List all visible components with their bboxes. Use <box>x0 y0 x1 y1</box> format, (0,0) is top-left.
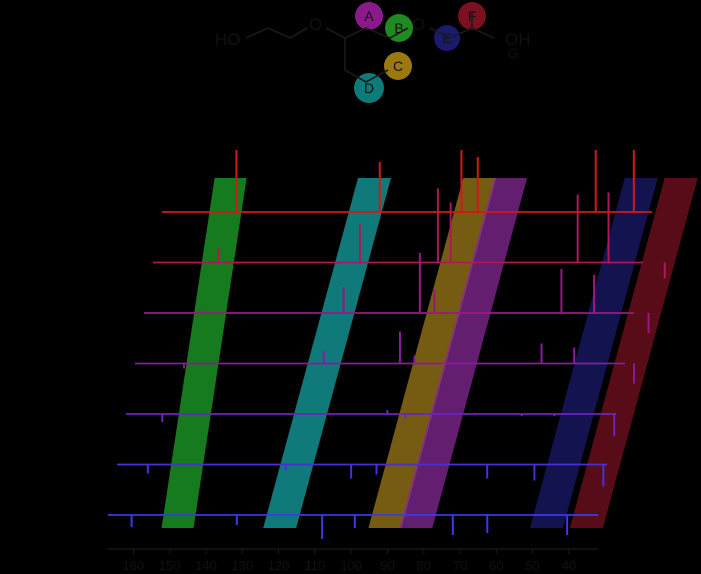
x-tick-label-110: 110 <box>305 558 326 573</box>
x-tick-label-130: 130 <box>231 558 253 573</box>
o-left-label: O <box>309 15 322 34</box>
x-tick-label-160: 160 <box>123 558 145 573</box>
x-tick-label-140: 140 <box>195 558 217 573</box>
nmr-stacked-chart: ABCDEFG HO O O OH 160 150 140 130 120 110 100 9… <box>0 0 701 574</box>
x-tick-label-70: 70 <box>453 558 467 573</box>
x-tick-label-40: 40 <box>562 558 576 573</box>
x-tick-label-90: 90 <box>380 558 394 573</box>
x-tick-label-100: 100 <box>340 558 362 573</box>
oh-right-label: OH <box>505 30 531 49</box>
marker-c-label: C <box>393 58 403 74</box>
o-right-label: O <box>412 15 425 34</box>
ho-left-label: HO <box>215 30 241 49</box>
x-tick-label-50: 50 <box>525 558 539 573</box>
x-tick-label-120: 120 <box>268 558 290 573</box>
x-tick-label-60: 60 <box>489 558 503 573</box>
marker-a-label: A <box>364 8 374 24</box>
x-tick-label-80: 80 <box>417 558 431 573</box>
x-tick-label-150: 150 <box>159 558 181 573</box>
